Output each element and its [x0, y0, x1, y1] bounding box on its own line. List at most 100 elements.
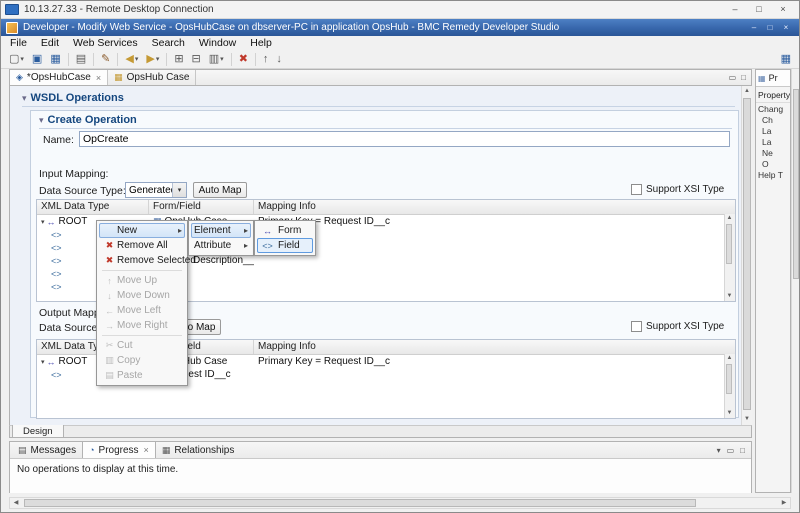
close-icon[interactable]: × [96, 73, 101, 83]
menu-item-remove-selected[interactable]: ✖Remove Selected [99, 253, 185, 268]
expander-icon[interactable]: ▾ [41, 358, 45, 366]
maximize-view-icon[interactable]: □ [741, 73, 746, 82]
editor-vertical-scrollbar[interactable]: ▲ ▼ [741, 86, 752, 425]
bottom-panel-tabbar: ▤Messages ◔Progress× ▦Relationships ▾ ▭ … [10, 442, 751, 459]
view-menu-icon[interactable]: ▾ [717, 446, 721, 455]
perspective-button[interactable]: ▦ [777, 50, 795, 69]
operation-name-input[interactable] [79, 131, 730, 147]
property-row[interactable]: Help T [756, 169, 790, 180]
tab-messages[interactable]: ▤Messages [12, 442, 82, 458]
navigate-back-button[interactable]: ◀▾ [121, 50, 142, 69]
output-support-xsi-checkbox[interactable] [631, 321, 642, 332]
tab-opshub-case-form[interactable]: ▦ OpsHub Case [108, 70, 196, 85]
tab-label: *OpsHubCase [27, 72, 91, 83]
scrollbar-thumb[interactable] [793, 89, 799, 279]
table-scrollbar[interactable]: ▲ ▼ [724, 354, 735, 418]
tab-properties[interactable]: ▦Pr [756, 70, 790, 87]
menu-item-field[interactable]: <>Field [257, 238, 313, 253]
create-operation-section-header[interactable]: ▾Create Operation [39, 114, 137, 126]
expander-icon[interactable]: ▾ [41, 218, 45, 226]
close-icon[interactable]: × [144, 445, 149, 455]
move-down-button[interactable]: ↓ [272, 50, 286, 69]
window-vertical-scrollbar[interactable] [791, 69, 800, 493]
minimize-view-icon[interactable]: ▭ [727, 446, 735, 455]
format-button[interactable]: ✎ [97, 50, 114, 69]
menu-help[interactable]: Help [243, 36, 279, 50]
menu-item-element[interactable]: Element▸ [191, 223, 251, 238]
table-scrollbar[interactable]: ▲ ▼ [724, 214, 735, 301]
menu-window[interactable]: Window [192, 36, 243, 50]
scroll-left-icon[interactable]: ◀ [10, 498, 22, 508]
tab-relationships[interactable]: ▦Relationships [156, 442, 241, 458]
scrollbar-thumb[interactable] [743, 98, 751, 410]
input-auto-map-button[interactable]: Auto Map [193, 182, 247, 198]
menu-item-new[interactable]: New▸ [99, 223, 185, 238]
scroll-right-icon[interactable]: ▶ [778, 498, 790, 508]
app-close-button[interactable]: × [778, 23, 794, 32]
property-row[interactable]: Ch [756, 114, 790, 125]
menu-item-attribute[interactable]: Attribute▸ [191, 238, 251, 253]
menu-item-move-right[interactable]: →Move Right [99, 318, 185, 333]
scroll-down-icon[interactable]: ▼ [725, 409, 734, 418]
column-header-mapping-info[interactable]: Mapping Info [254, 340, 735, 354]
form-mapping-icon: ↔ [260, 226, 275, 236]
menu-file[interactable]: File [3, 36, 34, 50]
minimize-view-icon[interactable]: ▭ [729, 73, 737, 82]
column-header-form-field[interactable]: Form/Field [149, 200, 254, 214]
property-row[interactable]: O [756, 158, 790, 169]
save-all-button[interactable]: ▦ [46, 50, 64, 69]
rdp-minimize-button[interactable]: – [723, 1, 747, 18]
tab-progress[interactable]: ◔Progress× [82, 442, 156, 458]
new-submenu: Element▸ Attribute▸ [188, 220, 254, 256]
rdp-close-button[interactable]: × [771, 1, 795, 18]
menu-item-copy[interactable]: ▥Copy [99, 353, 185, 368]
bottom-panel: ▤Messages ◔Progress× ▦Relationships ▾ ▭ … [9, 441, 752, 493]
menu-web-services[interactable]: Web Services [66, 36, 145, 50]
scroll-down-icon[interactable]: ▼ [742, 414, 752, 425]
scroll-up-icon[interactable]: ▲ [725, 354, 734, 363]
property-row[interactable]: La [756, 136, 790, 147]
menu-item-remove-all[interactable]: ✖Remove All [99, 238, 185, 253]
chevron-down-icon[interactable]: ▾ [172, 183, 186, 197]
move-up-button[interactable]: ↑ [259, 50, 273, 69]
maximize-view-icon[interactable]: □ [740, 446, 745, 455]
scrollbar-thumb[interactable] [24, 499, 696, 507]
menu-item-move-up[interactable]: ↑Move Up [99, 273, 185, 288]
scroll-down-icon[interactable]: ▼ [725, 292, 734, 301]
input-data-source-dropdown[interactable]: Generated ▾ [125, 182, 187, 198]
wsdl-operations-section-header[interactable]: ▾WSDL Operations [22, 92, 124, 104]
scrollbar-thumb[interactable] [726, 364, 732, 394]
save-button[interactable]: ▣ [28, 50, 46, 69]
menu-item-cut[interactable]: ✂Cut [99, 338, 185, 353]
property-row[interactable]: Chang [756, 103, 790, 114]
column-header-mapping-info[interactable]: Mapping Info [254, 200, 735, 214]
menu-item-move-left[interactable]: ←Move Left [99, 303, 185, 318]
menu-item-paste[interactable]: ▤Paste [99, 368, 185, 383]
rdp-connection-icon [5, 4, 19, 15]
navigate-forward-button[interactable]: ▶▾ [142, 50, 163, 69]
menu-item-move-down[interactable]: ↓Move Down [99, 288, 185, 303]
property-row[interactable]: La [756, 125, 790, 136]
collapse-all-button[interactable]: ⊟ [188, 50, 205, 69]
scroll-up-icon[interactable]: ▲ [725, 214, 734, 223]
expand-all-button[interactable]: ⊞ [170, 50, 187, 69]
scroll-up-icon[interactable]: ▲ [742, 86, 752, 97]
app-minimize-button[interactable]: – [746, 23, 762, 32]
tab-opshubcase-webservice[interactable]: ◈ *OpsHubCase × [10, 70, 108, 85]
menu-search[interactable]: Search [145, 36, 192, 50]
new-button[interactable]: ▢▾ [5, 50, 28, 69]
rdp-restore-button[interactable]: □ [747, 1, 771, 18]
progress-view-message: No operations to display at this time. [10, 459, 751, 493]
design-tab[interactable]: Design [12, 425, 64, 438]
menu-item-form[interactable]: ↔Form [257, 223, 313, 238]
menu-edit[interactable]: Edit [34, 36, 66, 50]
property-row[interactable]: Ne [756, 147, 790, 158]
delete-button[interactable]: ✖ [235, 50, 252, 69]
window-horizontal-scrollbar[interactable]: ◀ ▶ [9, 497, 791, 509]
form-view-button[interactable]: ▥▾ [205, 50, 228, 69]
print-button[interactable]: ▤ [72, 50, 90, 69]
scrollbar-thumb[interactable] [726, 224, 732, 264]
app-maximize-button[interactable]: □ [762, 23, 778, 32]
column-header-xml-data-type[interactable]: XML Data Type [37, 200, 149, 214]
input-support-xsi-checkbox[interactable] [631, 184, 642, 195]
